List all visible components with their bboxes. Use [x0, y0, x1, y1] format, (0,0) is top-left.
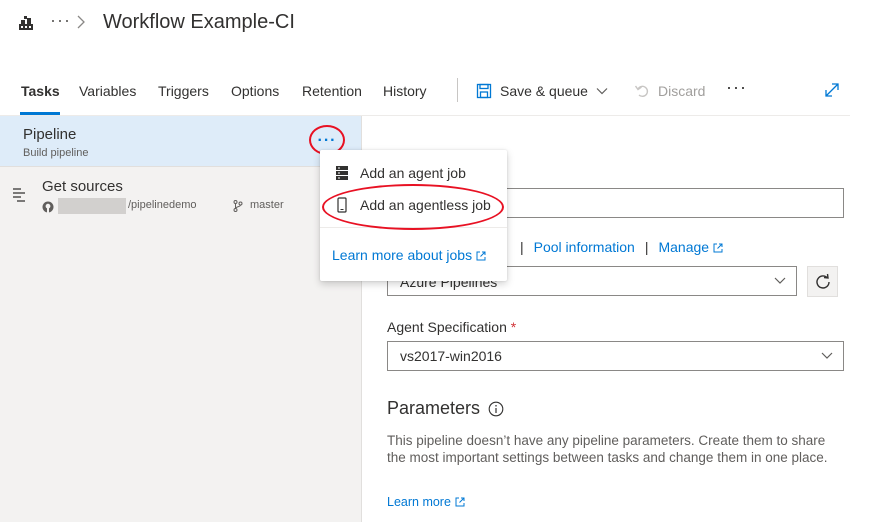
pipeline-tree-panel: Pipeline Build pipeline ··· Get sources … — [0, 116, 362, 522]
pool-links-row: | Pool information | Manage — [520, 239, 723, 255]
link-separator: | — [644, 239, 649, 255]
discard-label: Discard — [658, 83, 706, 99]
redacted-repo-owner — [58, 198, 126, 214]
pipeline-title: Pipeline — [23, 126, 77, 143]
page-title: Workflow Example-CI — [103, 11, 295, 33]
tab-bar: Tasks Variables Triggers Options Retenti… — [0, 72, 850, 116]
learn-more-about-jobs-link[interactable]: Learn more about jobs — [332, 247, 486, 263]
save-and-queue-button[interactable]: Save & queue — [476, 81, 608, 101]
chevron-right-icon — [77, 15, 85, 29]
menu-item-label: Add an agent job — [360, 165, 466, 181]
agent-spec-select[interactable]: vs2017-win2016 — [387, 341, 844, 371]
manage-link[interactable]: Manage — [658, 239, 723, 255]
more-actions-button[interactable]: ··· — [726, 77, 747, 98]
info-icon[interactable] — [488, 401, 504, 417]
learn-more-label: Learn more — [387, 495, 451, 509]
manage-link-label: Manage — [658, 239, 710, 255]
pool-information-link[interactable]: Pool information — [534, 239, 635, 255]
external-link-icon — [713, 243, 723, 253]
get-sources-node[interactable]: Get sources /pipelinedemo master — [0, 168, 361, 220]
get-sources-title: Get sources — [42, 178, 123, 195]
required-marker: * — [510, 319, 517, 335]
parameters-description: This pipeline doesn’t have any pipeline … — [387, 433, 828, 465]
external-link-icon — [455, 497, 465, 507]
agent-spec-label: Agent Specification * — [387, 319, 516, 335]
pipeline-subtitle: Build pipeline — [23, 147, 89, 159]
branch-icon — [233, 200, 243, 212]
agent-spec-label-text: Agent Specification — [387, 319, 507, 335]
refresh-icon — [815, 273, 830, 289]
tab-tasks[interactable]: Tasks — [21, 83, 60, 99]
link-separator: | — [520, 239, 524, 255]
highlight-circle — [322, 184, 504, 230]
tab-options[interactable]: Options — [231, 83, 279, 99]
chevron-down-icon — [774, 277, 786, 284]
toolbar-divider — [457, 78, 458, 102]
agent-spec-value: vs2017-win2016 — [400, 348, 502, 364]
learn-more-jobs-label: Learn more about jobs — [332, 247, 473, 263]
expand-icon[interactable] — [824, 82, 840, 98]
active-tab-indicator — [20, 112, 60, 115]
sources-list-icon — [13, 188, 25, 202]
save-icon — [476, 83, 492, 99]
github-icon — [42, 201, 54, 213]
server-icon — [336, 166, 348, 180]
tab-variables[interactable]: Variables — [79, 83, 136, 99]
chevron-down-icon — [596, 88, 608, 95]
header: ··· Workflow Example-CI — [0, 0, 869, 48]
undo-icon — [634, 85, 649, 98]
breadcrumb-more-button[interactable]: ··· — [50, 10, 71, 31]
tab-retention[interactable]: Retention — [302, 83, 362, 99]
refresh-button[interactable] — [807, 266, 838, 297]
branch-name: master — [250, 199, 284, 211]
pipeline-node[interactable]: Pipeline Build pipeline ··· — [0, 116, 361, 167]
learn-more-link[interactable]: Learn more — [387, 495, 465, 509]
repo-name: /pipelinedemo — [128, 199, 197, 211]
external-link-icon — [476, 251, 486, 261]
parameters-heading: Parameters — [387, 398, 504, 419]
pipeline-app-icon — [19, 16, 33, 30]
tab-triggers[interactable]: Triggers — [158, 83, 209, 99]
discard-button[interactable]: Discard — [634, 81, 705, 101]
chevron-down-icon — [821, 352, 833, 359]
save-and-queue-label: Save & queue — [500, 83, 588, 99]
tab-history[interactable]: History — [383, 83, 427, 99]
parameters-title: Parameters — [387, 398, 481, 418]
